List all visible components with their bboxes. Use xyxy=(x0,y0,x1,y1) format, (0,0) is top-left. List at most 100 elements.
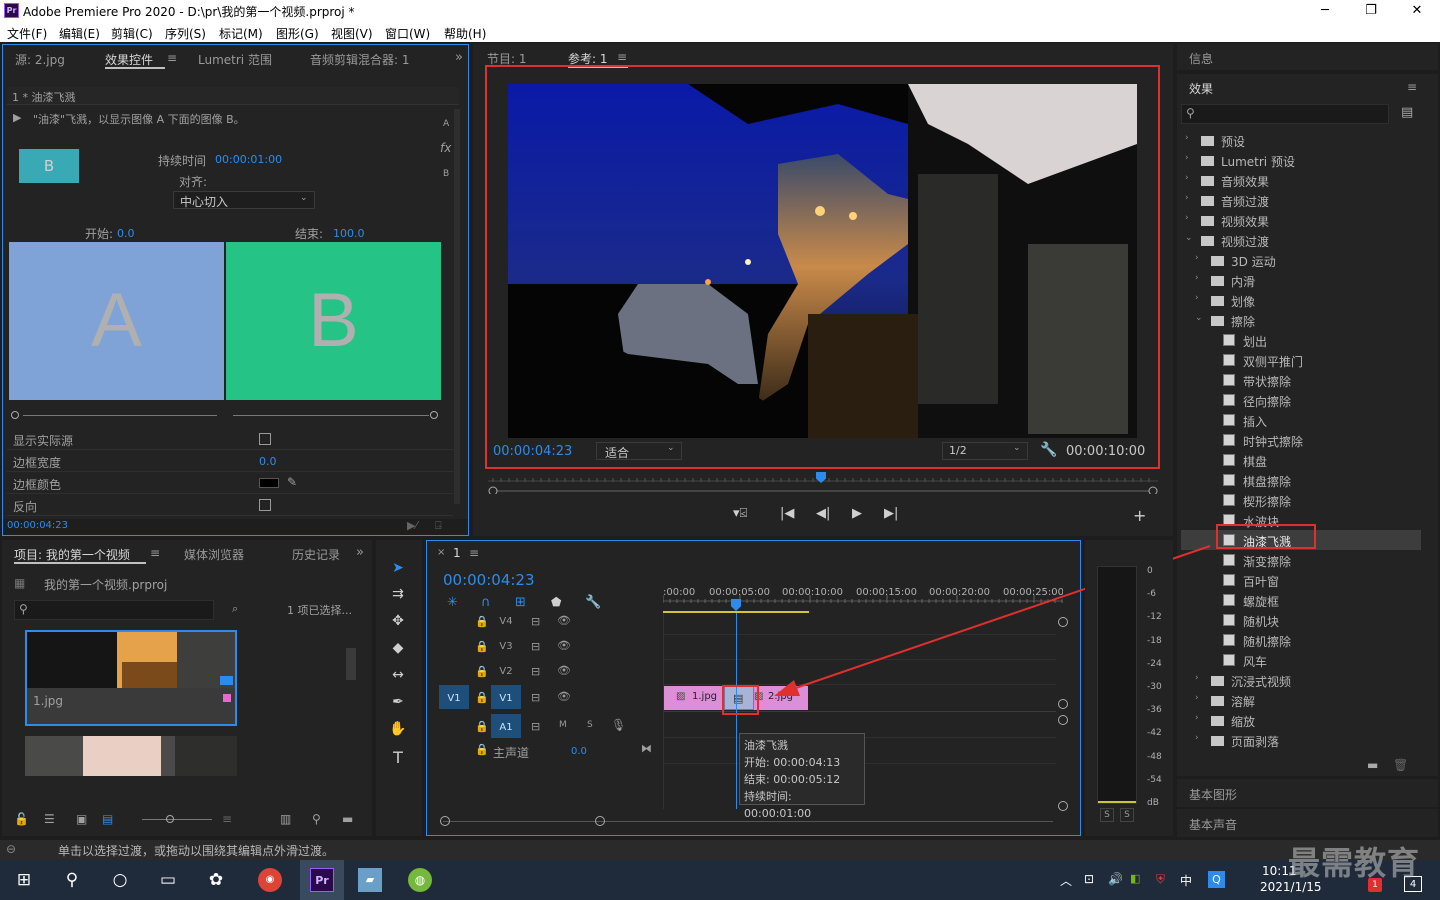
timeline-timecode[interactable]: 00:00:04:23 xyxy=(443,571,535,589)
scrollbar[interactable] xyxy=(346,648,356,680)
chrome-icon[interactable]: ◉ xyxy=(258,868,282,892)
sync-lock-icon[interactable]: ⊟ xyxy=(531,640,540,653)
chevron-right-icon[interactable]: › xyxy=(1195,733,1199,743)
zoom-slider-handle[interactable] xyxy=(166,815,174,823)
vertical-zoom-handle[interactable] xyxy=(1058,801,1068,811)
info-title[interactable]: 信息 xyxy=(1189,50,1213,67)
effects-tree-item[interactable]: › 音频效果 xyxy=(1181,170,1421,190)
essential-graphics-tab[interactable]: 基本图形 xyxy=(1189,786,1237,803)
menu-clip[interactable]: 剪辑(C) xyxy=(111,25,153,42)
lock-icon[interactable]: 🔒 xyxy=(475,615,489,628)
eye-icon[interactable]: 👁 xyxy=(557,690,571,703)
video-frame[interactable] xyxy=(508,84,1137,438)
panel-overflow-icon[interactable]: » xyxy=(356,545,364,560)
lock-icon[interactable]: 🔒 xyxy=(475,743,489,756)
go-to-out-icon[interactable]: ▶| xyxy=(884,506,898,521)
effects-tree-item[interactable]: › 缩放 xyxy=(1181,710,1421,730)
pen-tool-icon[interactable]: ✒ xyxy=(388,694,408,714)
effects-tree-item[interactable]: › 视频效果 xyxy=(1181,210,1421,230)
chevron-down-icon[interactable]: ⌄ xyxy=(1185,233,1193,243)
play-icon[interactable]: ▶ xyxy=(852,506,862,521)
track-target[interactable]: V4 xyxy=(493,613,519,633)
tab-audio-mixer[interactable]: 音频剪辑混合器: 1 xyxy=(310,51,410,68)
chevron-down-icon[interactable]: ⌄ xyxy=(1195,313,1203,323)
menu-file[interactable]: 文件(F) xyxy=(7,25,47,42)
sync-lock-icon[interactable]: ⊟ xyxy=(531,691,540,704)
master-track-value[interactable]: 0.0 xyxy=(571,746,587,757)
eye-icon[interactable]: 👁 xyxy=(557,664,571,677)
sort-icon[interactable]: ≡ xyxy=(222,812,232,826)
task-view-icon[interactable]: ▭ xyxy=(156,868,180,892)
chevron-right-icon[interactable]: › xyxy=(1195,253,1199,263)
track-target-v1[interactable]: V1 xyxy=(491,685,521,709)
tray-chevron-icon[interactable]: ︿ xyxy=(1060,872,1072,889)
lock-icon[interactable]: 🔒 xyxy=(475,691,489,704)
align-select[interactable]: 中心切入 ⌄ xyxy=(173,191,315,209)
effects-tree-item[interactable]: 棋盘擦除 xyxy=(1181,470,1421,490)
icon-view-icon[interactable]: ▣ xyxy=(76,812,87,826)
effects-tree-item[interactable]: 时钟式擦除 xyxy=(1181,430,1421,450)
effects-tree-item[interactable]: ⌄ 视频过渡 xyxy=(1181,230,1421,250)
slip-tool-icon[interactable]: ↔ xyxy=(388,667,408,687)
restore-icon[interactable]: ❐ xyxy=(1348,0,1394,22)
tab-menu-icon[interactable]: ≡ xyxy=(617,50,627,64)
tab-project[interactable]: 项目: 我的第一个视频 xyxy=(14,546,130,563)
end-value[interactable]: 100.0 xyxy=(333,227,365,240)
new-bin-icon[interactable]: ▤ xyxy=(1401,105,1413,120)
volume-icon[interactable]: 🔊 xyxy=(1108,872,1123,886)
lock-icon[interactable]: 🔒 xyxy=(475,720,489,733)
eye-icon[interactable]: 👁 xyxy=(557,639,571,652)
track-select-tool-icon[interactable]: ⇉ xyxy=(388,586,408,606)
type-tool-icon[interactable]: T xyxy=(388,748,408,768)
end-slider-handle[interactable] xyxy=(430,411,438,419)
scrollbar[interactable] xyxy=(454,109,460,504)
effects-tree-item[interactable]: 双侧平推门 xyxy=(1181,350,1421,370)
tab-source[interactable]: 源: 2.jpg xyxy=(15,51,65,68)
source-patch-v1[interactable]: V1 xyxy=(439,685,469,709)
network-icon[interactable]: ⊡ xyxy=(1084,872,1094,886)
border-color-swatch[interactable] xyxy=(259,478,279,488)
tab-lumetri-scopes[interactable]: Lumetri 范围 xyxy=(198,51,272,68)
monitor-scrubber[interactable] xyxy=(488,472,1158,496)
chevron-right-icon[interactable]: › xyxy=(1185,133,1189,143)
effects-tree-item[interactable]: 划出 xyxy=(1181,330,1421,350)
menu-help[interactable]: 帮助(H) xyxy=(444,25,486,42)
freeform-view-icon[interactable]: ▤ xyxy=(102,812,113,826)
tab-effect-controls[interactable]: 效果控件 xyxy=(105,51,153,68)
microphone-icon[interactable]: 🎙 xyxy=(611,718,626,732)
lock-icon[interactable]: 🔒 xyxy=(475,640,489,653)
ripple-edit-tool-icon[interactable]: ✥ xyxy=(388,613,408,633)
chevron-right-icon[interactable]: › xyxy=(1195,713,1199,723)
selection-tool-icon[interactable]: ➤ xyxy=(388,560,408,580)
wrench-icon[interactable]: 🔧 xyxy=(585,595,601,610)
effects-tree-item[interactable]: 楔形擦除 xyxy=(1181,490,1421,510)
tab-history[interactable]: 历史记录 xyxy=(292,546,340,563)
end-slider-track[interactable] xyxy=(233,415,429,416)
menu-window[interactable]: 窗口(W) xyxy=(385,25,430,42)
effects-search-input[interactable]: ⚲ xyxy=(1181,104,1389,124)
tab-media-browser[interactable]: 媒体浏览器 xyxy=(184,546,244,563)
snap-icon[interactable]: ✳ xyxy=(447,595,458,610)
menu-marker[interactable]: 标记(M) xyxy=(219,25,263,42)
show-source-checkbox[interactable] xyxy=(259,433,271,445)
tab-menu-icon[interactable]: ≡ xyxy=(469,546,479,560)
panel-menu-icon[interactable]: ≡ xyxy=(1407,80,1417,94)
essential-sound-tab[interactable]: 基本声音 xyxy=(1189,816,1237,833)
notes-app-icon[interactable]: ▰ xyxy=(358,868,382,892)
nvidia-icon[interactable]: ◧ xyxy=(1130,872,1140,885)
new-folder-icon[interactable]: ▬ xyxy=(1367,758,1378,772)
menu-graphics[interactable]: 图形(G) xyxy=(276,25,319,42)
effects-tree-item[interactable]: 径向擦除 xyxy=(1181,390,1421,410)
new-bin-icon[interactable]: ▬ xyxy=(342,812,353,826)
minimize-icon[interactable]: ─ xyxy=(1302,0,1348,22)
marker-icon[interactable]: ⬟ xyxy=(551,595,561,609)
sync-lock-icon[interactable]: ⊟ xyxy=(531,615,540,628)
effects-tree-item[interactable]: 插入 xyxy=(1181,410,1421,430)
mute-button[interactable]: M xyxy=(559,720,567,730)
menu-sequence[interactable]: 序列(S) xyxy=(165,25,206,42)
pinwheel-app-icon[interactable]: ✿ xyxy=(204,868,228,892)
monitor-timecode[interactable]: 00:00:04:23 xyxy=(493,444,572,459)
chevron-right-icon[interactable]: › xyxy=(1195,273,1199,283)
delete-icon[interactable]: 🗑 xyxy=(1393,758,1408,772)
chevron-right-icon[interactable]: › xyxy=(1195,293,1199,303)
